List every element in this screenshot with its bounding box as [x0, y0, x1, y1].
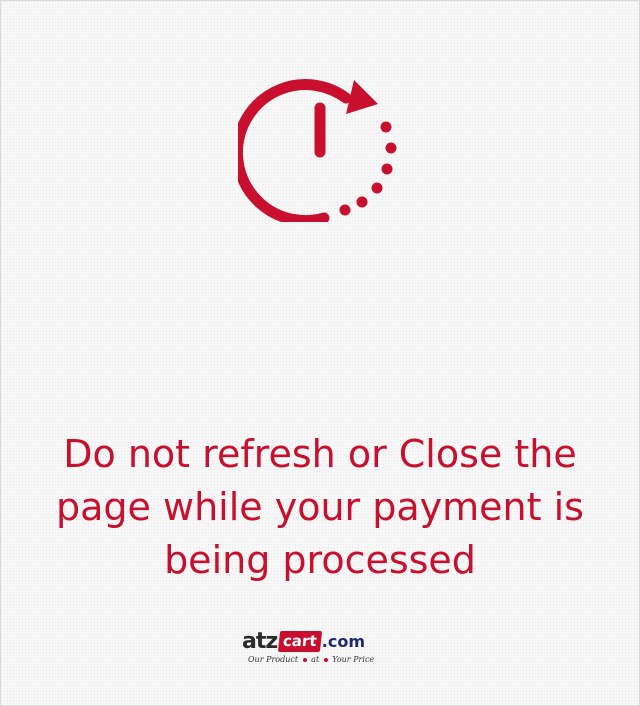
atzcart-logo: atz cart .com Our Product at Your Price: [242, 628, 402, 672]
message-line-3: being processed: [164, 538, 476, 582]
message-line-2: page while your payment is: [56, 485, 584, 529]
tagline-part-3: Your Price: [332, 655, 375, 664]
tagline-part-2: at: [311, 655, 320, 664]
message-line-1: Do not refresh or Close the: [63, 432, 577, 476]
logo-part-atz: atz: [242, 628, 278, 654]
tagline-dot-icon: [302, 658, 307, 662]
timer-icon: [238, 79, 397, 222]
processing-message: Do not refresh or Close the page while y…: [20, 428, 620, 587]
logo-part-cart: cart: [278, 630, 322, 652]
logo-tagline: Our Product at Your Price: [248, 655, 374, 664]
logo-wordmark: atz cart .com: [242, 628, 365, 654]
logo-part-com: .com: [321, 631, 365, 651]
tagline-dot-icon: [323, 658, 328, 662]
tagline-part-1: Our Product: [248, 655, 299, 664]
